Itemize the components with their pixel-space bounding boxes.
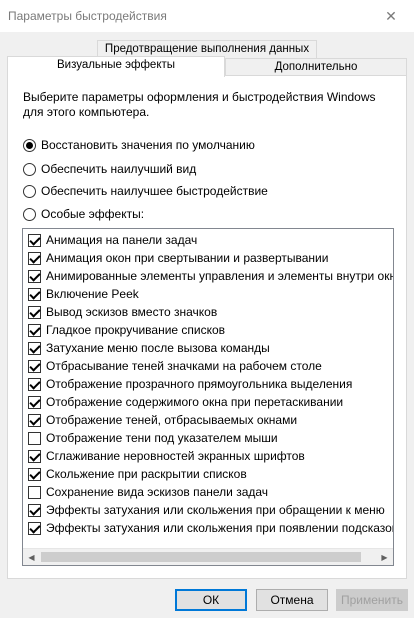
apply-button[interactable]: Применить bbox=[336, 589, 408, 611]
radio-button[interactable] bbox=[23, 138, 36, 152]
effect-item[interactable]: Отображение тени под указателем мыши bbox=[23, 429, 393, 447]
scroll-thumb[interactable] bbox=[41, 552, 361, 562]
effect-label: Отбрасывание теней значками на рабочем с… bbox=[46, 359, 322, 373]
radio-button[interactable] bbox=[23, 207, 36, 221]
effect-label: Сохранение вида эскизов панели задач bbox=[46, 485, 269, 499]
radio-custom[interactable]: Особые эффекты: bbox=[23, 206, 144, 222]
effect-item[interactable]: Анимация окон при свертывании и разверты… bbox=[23, 249, 393, 267]
radio-label: Особые эффекты: bbox=[41, 207, 145, 221]
checkbox[interactable] bbox=[28, 269, 41, 283]
checkbox[interactable] bbox=[28, 467, 41, 481]
radio-button[interactable] bbox=[23, 162, 36, 176]
effects-list: Анимация на панели задач Анимация окон пр… bbox=[23, 231, 393, 537]
checkbox[interactable] bbox=[28, 413, 41, 427]
effect-label: Анимация на панели задач bbox=[46, 233, 198, 247]
radio-label: Обеспечить наилучший вид bbox=[41, 162, 197, 176]
window-title: Параметры быстродействия bbox=[8, 9, 167, 23]
tab-label: Визуальные эффекты bbox=[56, 59, 176, 71]
ok-button[interactable]: ОК bbox=[175, 589, 247, 611]
effect-label: Анимация окон при свертывании и разверты… bbox=[46, 251, 329, 265]
effect-label: Эффекты затухания или скольжения при поя… bbox=[46, 521, 393, 535]
checkbox[interactable] bbox=[28, 251, 41, 265]
effect-item[interactable]: Скольжение при раскрытии списков bbox=[23, 465, 393, 483]
effect-label: Отображение теней, отбрасываемых окнами bbox=[46, 413, 298, 427]
effect-item[interactable]: Анимированные элементы управления и элем… bbox=[23, 267, 393, 285]
effect-item[interactable]: Сглаживание неровностей экранных шрифтов bbox=[23, 447, 393, 465]
checkbox[interactable] bbox=[28, 305, 41, 319]
checkbox[interactable] bbox=[28, 485, 41, 499]
effect-label: Сглаживание неровностей экранных шрифтов bbox=[46, 449, 305, 463]
effect-item[interactable]: Гладкое прокручивание списков bbox=[23, 321, 393, 339]
effect-label: Вывод эскизов вместо значков bbox=[46, 305, 218, 319]
checkbox[interactable] bbox=[28, 287, 41, 301]
checkbox[interactable] bbox=[28, 233, 41, 247]
effect-label: Отображение прозрачного прямоугольника в… bbox=[46, 377, 353, 391]
checkbox[interactable] bbox=[28, 521, 41, 535]
effect-item[interactable]: Эффекты затухания или скольжения при поя… bbox=[23, 519, 393, 537]
checkbox[interactable] bbox=[28, 341, 41, 355]
performance-options-window: Параметры быстродействия ✕ Предотвращени… bbox=[0, 0, 414, 618]
checkbox[interactable] bbox=[28, 431, 41, 445]
horizontal-scrollbar[interactable]: ◀ ▶ bbox=[23, 548, 393, 565]
effect-item[interactable]: Отображение теней, отбрасываемых окнами bbox=[23, 411, 393, 429]
effect-label: Эффекты затухания или скольжения при обр… bbox=[46, 503, 385, 517]
scroll-right-icon[interactable]: ▶ bbox=[376, 549, 393, 565]
checkbox[interactable] bbox=[28, 377, 41, 391]
effect-item[interactable]: Вывод эскизов вместо значков bbox=[23, 303, 393, 321]
checkbox[interactable] bbox=[28, 395, 41, 409]
effect-item[interactable]: Отбрасывание теней значками на рабочем с… bbox=[23, 357, 393, 375]
radio-best-performance[interactable]: Обеспечить наилучшее быстродействие bbox=[23, 183, 268, 199]
effect-label: Отображение тени под указателем мыши bbox=[46, 431, 278, 445]
effects-listbox[interactable]: Анимация на панели задач Анимация окон пр… bbox=[22, 228, 394, 566]
effect-item[interactable]: Эффекты затухания или скольжения при обр… bbox=[23, 501, 393, 519]
visual-effects-panel: Выберите параметры оформления и быстроде… bbox=[7, 75, 407, 579]
checkbox[interactable] bbox=[28, 449, 41, 463]
effect-item[interactable]: Включение Peek bbox=[23, 285, 393, 303]
radio-button[interactable] bbox=[23, 184, 36, 198]
tab-label: Дополнительно bbox=[274, 61, 358, 73]
checkbox[interactable] bbox=[28, 323, 41, 337]
effect-item[interactable]: Анимация на панели задач bbox=[23, 231, 393, 249]
effect-label: Включение Peek bbox=[46, 287, 139, 301]
scroll-left-icon[interactable]: ◀ bbox=[23, 549, 40, 565]
effect-label: Скольжение при раскрытии списков bbox=[46, 467, 247, 481]
radio-label: Обеспечить наилучшее быстродействие bbox=[41, 184, 268, 198]
close-icon[interactable]: ✕ bbox=[368, 0, 414, 32]
radio-best-appearance[interactable]: Обеспечить наилучший вид bbox=[23, 161, 196, 177]
tab-label: Предотвращение выполнения данных bbox=[104, 43, 310, 55]
tab-visual-effects[interactable]: Визуальные эффекты bbox=[7, 56, 225, 77]
checkbox[interactable] bbox=[28, 503, 41, 517]
radio-restore-defaults[interactable]: Восстановить значения по умолчанию bbox=[23, 137, 255, 153]
effect-item[interactable]: Отображение прозрачного прямоугольника в… bbox=[23, 375, 393, 393]
cancel-button[interactable]: Отмена bbox=[256, 589, 328, 611]
radio-label: Восстановить значения по умолчанию bbox=[41, 138, 255, 152]
checkbox[interactable] bbox=[28, 359, 41, 373]
effect-item[interactable]: Отображение содержимого окна при перетас… bbox=[23, 393, 393, 411]
effect-item[interactable]: Затухание меню после вызова команды bbox=[23, 339, 393, 357]
effect-label: Анимированные элементы управления и элем… bbox=[46, 269, 393, 283]
effect-label: Гладкое прокручивание списков bbox=[46, 323, 226, 337]
effect-label: Отображение содержимого окна при перетас… bbox=[46, 395, 344, 409]
effect-label: Затухание меню после вызова команды bbox=[46, 341, 270, 355]
description-text: Выберите параметры оформления и быстроде… bbox=[23, 90, 376, 119]
title-bar: Параметры быстродействия ✕ bbox=[0, 0, 414, 32]
effect-item[interactable]: Сохранение вида эскизов панели задач bbox=[23, 483, 393, 501]
